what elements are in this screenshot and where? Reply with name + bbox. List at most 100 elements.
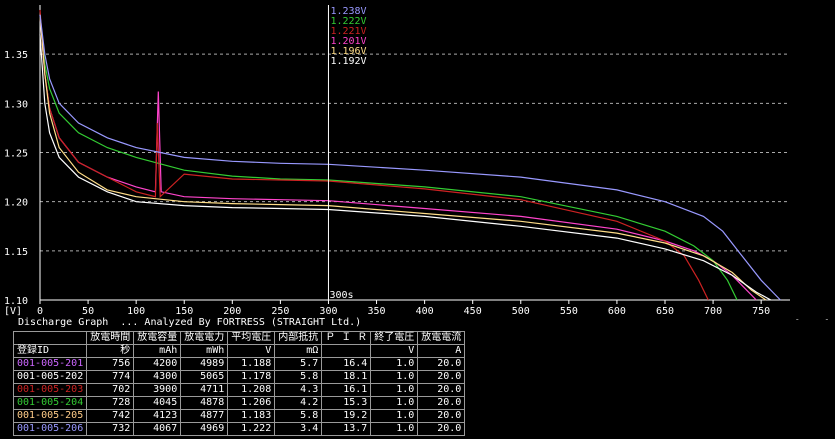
x-tick-label: 250 xyxy=(271,306,289,317)
cell-value: 1.0 xyxy=(370,383,419,397)
cell-value: 13.7 xyxy=(321,422,372,436)
cursor-label: 300s xyxy=(329,290,353,301)
column-unit: 秒 xyxy=(86,344,135,358)
cell-value: 4300 xyxy=(133,370,182,384)
column-header: 放電時間 xyxy=(86,331,135,345)
cell-value: 1.0 xyxy=(370,357,419,371)
cell-value: 5.7 xyxy=(274,357,323,371)
cell-value: 1.208 xyxy=(227,383,276,397)
cell-value: 732 xyxy=(86,422,135,436)
discharge-chart: 1.351.301.251.201.151.100 50 100 150 200 250 3… xyxy=(4,5,830,320)
table-header-row: 放電時間 放電容量 放電電力 平均電圧 内部抵抗 Ｐ Ｉ Ｒ 終了電圧 放電電流 xyxy=(12,331,466,345)
x-tick-label: 650 xyxy=(656,306,674,317)
cell-value: 4.3 xyxy=(274,383,323,397)
column-header: 内部抵抗 xyxy=(274,331,323,345)
y-tick-label: 1.25 xyxy=(4,149,28,160)
cell-value: 756 xyxy=(86,357,135,371)
y-axis-label: [V] xyxy=(4,306,22,317)
x-tick-label: 550 xyxy=(560,306,578,317)
cell-value: 20.0 xyxy=(417,409,466,423)
table-body: 001-005-201 756 4200 4989 1.188 5.7 16.4 1.0 20.… xyxy=(12,357,466,436)
cell-value: 1.183 xyxy=(227,409,276,423)
cell-value: 20.0 xyxy=(417,357,466,371)
x-axis-label: [Sec.] xyxy=(794,319,830,320)
cell-value: 3.4 xyxy=(274,422,323,436)
cell-value: 1.0 xyxy=(370,370,419,384)
y-tick-label: 1.30 xyxy=(4,99,28,110)
x-tick-label: 200 xyxy=(223,306,241,317)
cell-value: 1.178 xyxy=(227,370,276,384)
x-tick-label: 50 xyxy=(82,306,94,317)
cell-value: 702 xyxy=(86,383,135,397)
results-table: 放電時間 放電容量 放電電力 平均電圧 内部抵抗 Ｐ Ｉ Ｒ 終了電圧 放電電流 登録ID 秒 m… xyxy=(12,331,466,436)
cell-value: 4877 xyxy=(180,409,229,423)
x-tick-label: 450 xyxy=(464,306,482,317)
cell-id: 001-005-203 xyxy=(12,383,88,397)
cell-value: 20.0 xyxy=(417,383,466,397)
column-unit: V xyxy=(227,344,276,358)
cell-value: 18.1 xyxy=(321,370,372,384)
x-tick-label: 700 xyxy=(704,306,722,317)
cell-value: 5.8 xyxy=(274,370,323,384)
cell-value: 1.0 xyxy=(370,396,419,410)
cell-value: 16.1 xyxy=(321,383,372,397)
x-tick-label: 100 xyxy=(127,306,145,317)
cell-value: 1.206 xyxy=(227,396,276,410)
cell-value: 3900 xyxy=(133,383,182,397)
cell-value: 4.2 xyxy=(274,396,323,410)
y-tick-label: 1.20 xyxy=(4,198,28,209)
cell-value: 4067 xyxy=(133,422,182,436)
cell-value: 742 xyxy=(86,409,135,423)
cell-value: 20.0 xyxy=(417,422,466,436)
cell-value: 19.2 xyxy=(321,409,372,423)
cell-id: 001-005-202 xyxy=(12,370,88,384)
table-row[interactable]: 001-005-203 702 3900 4711 1.208 4.3 16.1 1.0 20.… xyxy=(12,383,466,397)
cell-value: 1.0 xyxy=(370,409,419,423)
column-header: 放電容量 xyxy=(133,331,182,345)
cell-value: 4878 xyxy=(180,396,229,410)
series-line-3 xyxy=(39,9,709,301)
table-row[interactable]: 001-005-206 732 4067 4969 1.222 3.4 13.7 1.0 20.… xyxy=(12,422,466,436)
cell-value: 20.0 xyxy=(417,396,466,410)
cell-value: 4989 xyxy=(180,357,229,371)
table-row[interactable]: 001-005-201 756 4200 4989 1.188 5.7 16.4 1.0 20.… xyxy=(12,357,466,371)
column-header: 終了電圧 xyxy=(370,331,419,345)
column-header: 平均電圧 xyxy=(227,331,276,345)
cell-id: 001-005-204 xyxy=(12,396,88,410)
cell-value: 5065 xyxy=(180,370,229,384)
cell-id: 001-005-206 xyxy=(12,422,88,436)
series-line-1 xyxy=(39,14,757,301)
series-line-6 xyxy=(39,14,781,301)
column-unit: mWh xyxy=(180,344,229,358)
column-header: 放電電流 xyxy=(417,331,466,345)
table-unit-row: 登録ID 秒 mAh mWh VmΩ V A xyxy=(12,344,466,358)
cell-id: 001-005-205 xyxy=(12,409,88,423)
chart-caption: Discharge Graph ... Analyzed By FORTRESS… xyxy=(18,317,362,328)
y-tick-label: 1.35 xyxy=(4,50,28,61)
id-column-header: 登録ID xyxy=(12,344,88,358)
x-tick-label: 300 xyxy=(319,306,337,317)
column-unit: A xyxy=(417,344,466,358)
column-header xyxy=(12,331,88,345)
cell-value: 728 xyxy=(86,396,135,410)
column-unit xyxy=(321,344,372,358)
table-row[interactable]: 001-005-202 774 4300 5065 1.178 5.8 18.1 1.0 20.… xyxy=(12,370,466,384)
y-tick-label: 1.15 xyxy=(4,247,28,258)
x-tick-label: 400 xyxy=(416,306,434,317)
cursor-readout-value: 1.192V xyxy=(330,56,366,67)
cell-value: 4969 xyxy=(180,422,229,436)
x-tick-label: 750 xyxy=(752,306,770,317)
x-tick-label: 350 xyxy=(368,306,386,317)
cell-value: 15.3 xyxy=(321,396,372,410)
cell-value: 4711 xyxy=(180,383,229,397)
column-unit: mΩ xyxy=(274,344,323,358)
table-row[interactable]: 001-005-204 728 4045 4878 1.206 4.2 15.3 1.0 20.… xyxy=(12,396,466,410)
x-tick-label: 500 xyxy=(512,306,530,317)
cell-value: 4045 xyxy=(133,396,182,410)
x-tick-label: 150 xyxy=(175,306,193,317)
cell-value: 774 xyxy=(86,370,135,384)
x-tick-label: 600 xyxy=(608,306,626,317)
column-unit: mAh xyxy=(133,344,182,358)
column-unit: V xyxy=(370,344,419,358)
table-row[interactable]: 001-005-205 742 4123 4877 1.183 5.8 19.2 1.0 20.… xyxy=(12,409,466,423)
